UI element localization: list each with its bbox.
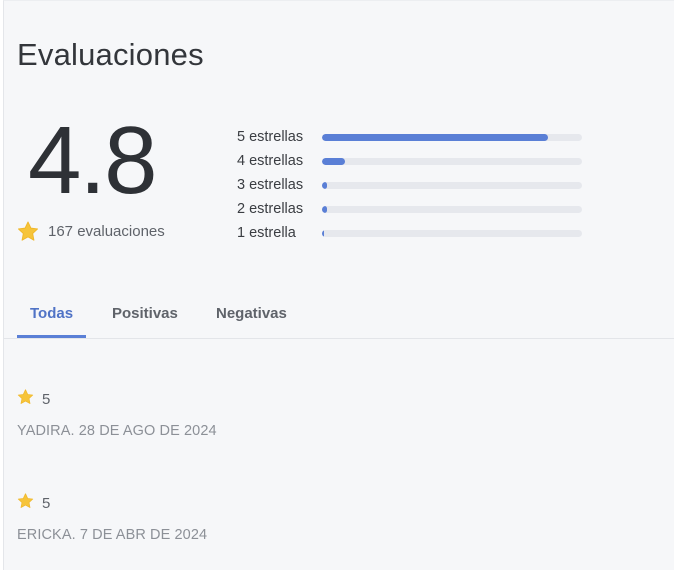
- distribution-label: 3 estrellas: [237, 177, 304, 193]
- tab-negativas[interactable]: Negativas: [216, 305, 287, 322]
- distribution-fill: [322, 229, 324, 237]
- distribution-fill: [322, 205, 328, 213]
- review-item: 5 ERICKA. 7 DE ABR DE 2024: [17, 493, 207, 543]
- distribution-track: [322, 133, 582, 141]
- page-title: Evaluaciones: [17, 37, 204, 72]
- distribution-track: [322, 181, 582, 189]
- distribution-label: 5 estrellas: [237, 129, 304, 145]
- review-item: 5 YADIRA. 28 DE AGO DE 2024: [17, 389, 217, 439]
- review-author-date: YADIRA. 28 DE AGO DE 2024: [17, 423, 217, 439]
- tab-positivas[interactable]: Positivas: [112, 305, 178, 322]
- rating-distribution: 5 estrellas 4 estrellas 3 estrellas 2 es…: [237, 125, 582, 245]
- distribution-label: 1 estrella: [237, 225, 296, 241]
- review-score: 5: [42, 494, 51, 512]
- distribution-row: 3 estrellas: [237, 173, 582, 197]
- star-icon: [17, 221, 39, 242]
- distribution-row: 5 estrellas: [237, 125, 582, 149]
- distribution-fill: [322, 181, 328, 189]
- distribution-row: 4 estrellas: [237, 149, 582, 173]
- distribution-track: [322, 205, 582, 213]
- review-author-date: ERICKA. 7 DE ABR DE 2024: [17, 527, 208, 543]
- reviews-panel: Evaluaciones 4.8 167 evaluaciones 5 estr…: [3, 0, 674, 570]
- distribution-track: [322, 157, 582, 165]
- rating-count: 167 evaluaciones: [48, 223, 165, 240]
- rating-count-row: 167 evaluaciones: [17, 221, 165, 242]
- average-rating: 4.8: [28, 107, 157, 214]
- review-rating: 5: [17, 389, 217, 409]
- star-icon: [17, 389, 34, 409]
- tab-todas[interactable]: Todas: [30, 305, 73, 322]
- distribution-fill: [322, 157, 346, 165]
- review-rating: 5: [17, 493, 207, 513]
- active-tab-indicator: [17, 335, 86, 338]
- distribution-label: 4 estrellas: [237, 153, 304, 169]
- distribution-label: 2 estrellas: [237, 201, 304, 217]
- filter-tabs: Todas Positivas Negativas: [4, 291, 674, 339]
- distribution-fill: [322, 133, 549, 141]
- distribution-track: [322, 229, 582, 237]
- distribution-row: 1 estrella: [237, 221, 582, 245]
- distribution-row: 2 estrellas: [237, 197, 582, 221]
- review-score: 5: [42, 390, 51, 408]
- star-icon: [17, 493, 34, 513]
